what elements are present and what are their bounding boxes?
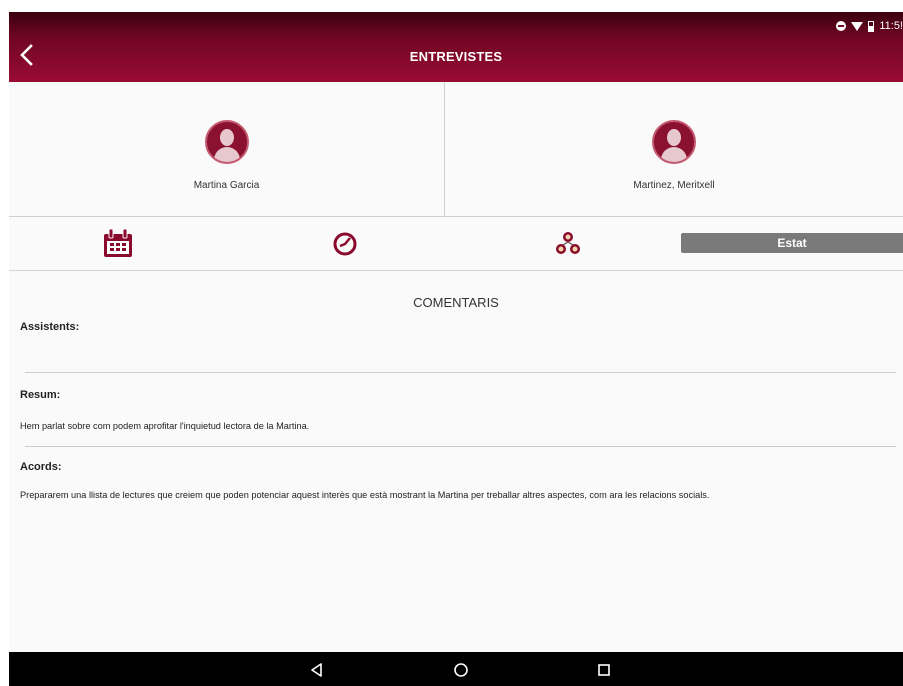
acords-value: Prepararem una llista de lectures que cr… — [20, 490, 710, 500]
participant-name: Martinez, Meritxell — [633, 180, 715, 191]
status-time: 11:5! — [879, 20, 903, 32]
acords-label: Acords: — [20, 461, 62, 473]
system-nav-bar — [9, 652, 903, 686]
app-bar: 11:5! ENTREVISTES — [9, 12, 903, 82]
nav-back-icon[interactable] — [308, 661, 326, 679]
participants-panel: Martina Garcia Martinez, Meritxell — [9, 82, 903, 217]
avatar — [652, 120, 696, 164]
app-frame: 11:5! ENTREVISTES Martina Garcia Martine… — [9, 12, 903, 686]
divider — [25, 446, 896, 447]
calendar-icon[interactable] — [102, 228, 134, 259]
avatar — [204, 120, 249, 164]
tab-estat-button[interactable]: Estat — [681, 233, 903, 253]
group-icon[interactable] — [552, 229, 584, 259]
do-not-disturb-icon — [836, 21, 847, 31]
participant-card[interactable]: Martina Garcia — [9, 82, 445, 217]
status-bar: 11:5! — [836, 18, 903, 34]
nav-home-icon[interactable] — [452, 661, 470, 679]
participant-name: Martina Garcia — [193, 180, 260, 191]
resum-label: Resum: — [20, 389, 61, 401]
divider — [25, 372, 896, 373]
battery-icon — [868, 20, 875, 32]
tab-bar: Estat — [9, 217, 903, 271]
clock-icon[interactable] — [329, 229, 361, 259]
nav-recent-icon[interactable] — [595, 661, 613, 679]
section-title: COMENTARIS — [413, 295, 499, 310]
wifi-icon — [851, 21, 864, 31]
page-title: ENTREVISTES — [409, 49, 503, 64]
assistents-label: Assistents: — [20, 321, 80, 333]
comments-section: COMENTARIS Assistents: Resum: Hem parlat… — [9, 272, 903, 652]
resum-value: Hem parlat sobre com podem aprofitar l'i… — [20, 421, 310, 431]
participant-card[interactable]: Martinez, Meritxell — [445, 82, 903, 217]
